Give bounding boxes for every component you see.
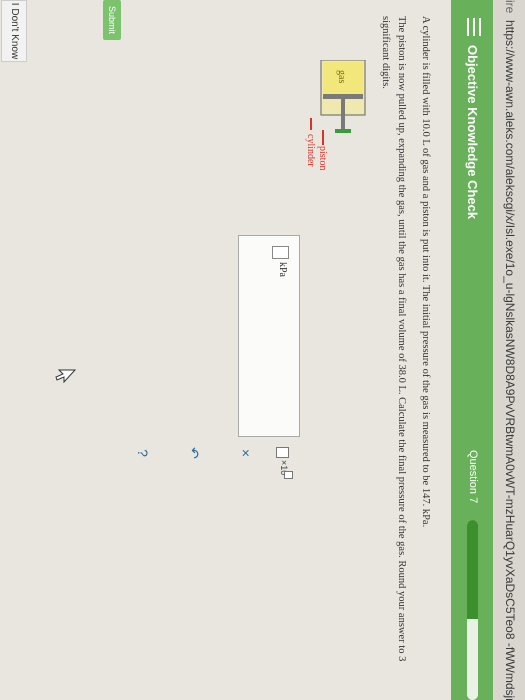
- progress-fill: [467, 520, 478, 619]
- url-text[interactable]: https://www-awn.aleks.com/alekscgi/x/Isl…: [503, 20, 517, 700]
- undo-button[interactable]: ↶: [186, 440, 202, 466]
- clear-button[interactable]: ×: [238, 440, 254, 466]
- sci-box-icon: [276, 447, 289, 458]
- scientific-notation-button[interactable]: ×10: [273, 447, 293, 479]
- answer-input[interactable]: [272, 246, 289, 259]
- question-paragraph-2: The piston is now pulled up, expanding t…: [380, 16, 407, 662]
- dont-know-button[interactable]: I Don't Know: [1, 0, 27, 62]
- piston-plate: [323, 94, 363, 99]
- help-button[interactable]: ?: [135, 440, 151, 466]
- browser-address-bar[interactable]: ire https://www-awn.aleks.com/alekscgi/x…: [492, 0, 525, 700]
- piston-label: piston: [317, 146, 328, 170]
- piston-diagram: gas piston cylinder: [305, 60, 366, 170]
- question-label: Question 7: [467, 450, 479, 504]
- question-text: A cylinder is filled with 10.0 L of gas …: [369, 16, 433, 696]
- page-title: Objective Knowledge Check: [465, 45, 480, 220]
- unit-label: kPa: [277, 262, 288, 277]
- piston-rod: [341, 99, 345, 129]
- question-paragraph-1: A cylinder is filled with 10.0 L of gas …: [420, 16, 431, 528]
- tab-fragment: ire: [503, 0, 517, 14]
- mouse-cursor-icon: [55, 369, 77, 384]
- aleks-header: Objective Knowledge Check Question 7: [451, 0, 493, 700]
- menu-icon[interactable]: [467, 18, 481, 36]
- piston-handle: [335, 129, 351, 133]
- browser-screen: ire https://www-awn.aleks.com/alekscgi/x…: [0, 0, 525, 700]
- cylinder-label: cylinder: [305, 134, 316, 167]
- gas-label: gas: [336, 70, 347, 83]
- answer-box: kPa: [238, 235, 300, 437]
- sci-exponent-icon: [284, 471, 293, 479]
- progress-bar: [467, 520, 478, 700]
- submit-button[interactable]: Submit: [103, 0, 121, 40]
